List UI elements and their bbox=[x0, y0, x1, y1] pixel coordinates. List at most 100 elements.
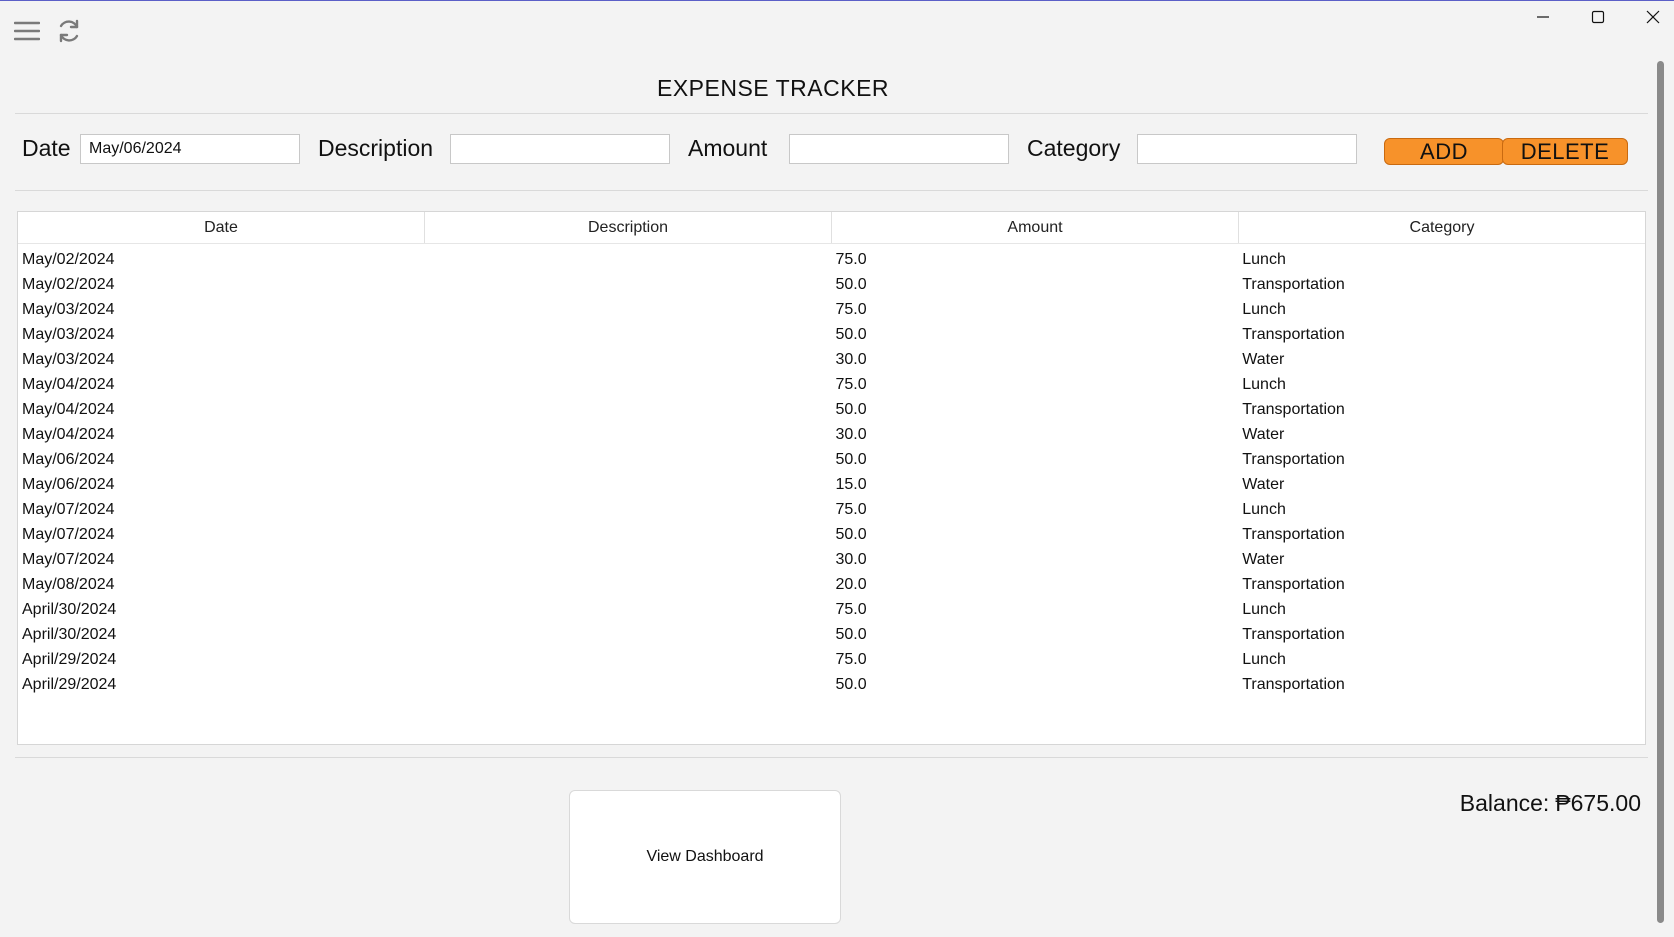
cell-description bbox=[425, 297, 832, 322]
cell-amount: 30.0 bbox=[835, 351, 867, 368]
cell-description bbox=[425, 347, 832, 372]
minimize-icon[interactable] bbox=[1520, 3, 1566, 31]
cell-date: May/03/2024 bbox=[22, 301, 115, 318]
cell-amount: 20.0 bbox=[835, 576, 867, 593]
add-button[interactable]: ADD bbox=[1384, 138, 1504, 165]
column-header-amount[interactable]: Amount bbox=[832, 212, 1239, 243]
hamburger-menu-icon[interactable] bbox=[11, 15, 43, 47]
cell-category: Transportation bbox=[1242, 576, 1345, 593]
cell-amount: 15.0 bbox=[835, 476, 867, 493]
cell-description bbox=[425, 422, 832, 447]
table-row[interactable]: April/30/2024 75.0 Lunch bbox=[18, 597, 1645, 622]
amount-label: Amount bbox=[688, 135, 768, 161]
table-row[interactable]: May/04/2024 50.0 Transportation bbox=[18, 397, 1645, 422]
table-row[interactable]: May/07/2024 75.0 Lunch bbox=[18, 497, 1645, 522]
table-row[interactable]: May/08/2024 20.0 Transportation bbox=[18, 572, 1645, 597]
balance-label: Balance: bbox=[1459, 790, 1550, 816]
table-row[interactable]: May/07/2024 30.0 Water bbox=[18, 547, 1645, 572]
cell-amount: 50.0 bbox=[835, 676, 867, 693]
cell-category: Lunch bbox=[1242, 251, 1286, 268]
column-header-category[interactable]: Category bbox=[1239, 212, 1645, 243]
cell-date: April/29/2024 bbox=[22, 676, 117, 693]
cell-description bbox=[425, 672, 832, 697]
cell-date: May/08/2024 bbox=[22, 576, 115, 593]
cell-date: May/03/2024 bbox=[22, 351, 115, 368]
view-dashboard-button[interactable]: View Dashboard bbox=[569, 790, 841, 924]
cell-date: May/04/2024 bbox=[22, 401, 115, 418]
cell-category: Transportation bbox=[1242, 326, 1345, 343]
table-row[interactable]: April/29/2024 75.0 Lunch bbox=[18, 647, 1645, 672]
table-row[interactable]: May/03/2024 50.0 Transportation bbox=[18, 322, 1645, 347]
table-row[interactable]: May/04/2024 75.0 Lunch bbox=[18, 372, 1645, 397]
date-field[interactable] bbox=[80, 134, 300, 164]
description-field[interactable] bbox=[450, 134, 670, 164]
cell-amount: 75.0 bbox=[835, 601, 867, 618]
cell-date: May/02/2024 bbox=[22, 251, 115, 268]
cell-amount: 50.0 bbox=[835, 326, 867, 343]
cell-category: Lunch bbox=[1242, 376, 1286, 393]
cell-description bbox=[425, 597, 832, 622]
cell-amount: 50.0 bbox=[835, 626, 867, 643]
cell-description bbox=[425, 572, 832, 597]
cell-description bbox=[425, 247, 832, 272]
cell-date: May/04/2024 bbox=[22, 426, 115, 443]
cell-date: May/06/2024 bbox=[22, 476, 115, 493]
category-label: Category bbox=[1027, 135, 1121, 161]
vertical-scrollbar[interactable] bbox=[1657, 61, 1664, 923]
table-header: Date Description Amount Category bbox=[18, 212, 1645, 244]
balance-display: Balance: ₱675.00 bbox=[1460, 790, 1641, 817]
table-row[interactable]: May/02/2024 75.0 Lunch bbox=[18, 247, 1645, 272]
cell-category: Water bbox=[1242, 351, 1285, 368]
expense-table[interactable]: Date Description Amount Category May/02/… bbox=[17, 211, 1646, 745]
cell-date: May/07/2024 bbox=[22, 501, 115, 518]
cell-description bbox=[425, 372, 832, 397]
divider bbox=[15, 757, 1648, 758]
cell-amount: 75.0 bbox=[835, 251, 867, 268]
cell-category: Lunch bbox=[1242, 601, 1286, 618]
close-icon[interactable] bbox=[1630, 3, 1674, 31]
category-field[interactable] bbox=[1137, 134, 1357, 164]
table-row[interactable]: May/02/2024 50.0 Transportation bbox=[18, 272, 1645, 297]
amount-field[interactable] bbox=[789, 134, 1009, 164]
cell-date: April/30/2024 bbox=[22, 601, 117, 618]
cell-category: Water bbox=[1242, 551, 1285, 568]
cell-category: Transportation bbox=[1242, 451, 1345, 468]
cell-amount: 75.0 bbox=[835, 376, 867, 393]
cell-date: May/07/2024 bbox=[22, 526, 115, 543]
divider bbox=[15, 113, 1648, 114]
description-label: Description bbox=[318, 135, 434, 161]
table-row[interactable]: April/30/2024 50.0 Transportation bbox=[18, 622, 1645, 647]
cell-category: Transportation bbox=[1242, 276, 1345, 293]
cell-amount: 50.0 bbox=[835, 451, 867, 468]
delete-button[interactable]: DELETE bbox=[1502, 138, 1628, 165]
cell-category: Transportation bbox=[1242, 526, 1345, 543]
cell-description bbox=[425, 497, 832, 522]
table-row[interactable]: May/03/2024 30.0 Water bbox=[18, 347, 1645, 372]
table-row[interactable]: May/07/2024 50.0 Transportation bbox=[18, 522, 1645, 547]
table-row[interactable]: May/06/2024 50.0 Transportation bbox=[18, 447, 1645, 472]
cell-amount: 50.0 bbox=[835, 276, 867, 293]
table-row[interactable]: May/04/2024 30.0 Water bbox=[18, 422, 1645, 447]
cell-amount: 50.0 bbox=[835, 401, 867, 418]
cell-amount: 30.0 bbox=[835, 426, 867, 443]
app-window: EXPENSE TRACKER Date Description Amount … bbox=[0, 0, 1674, 937]
table-row[interactable]: May/03/2024 75.0 Lunch bbox=[18, 297, 1645, 322]
cell-category: Lunch bbox=[1242, 301, 1286, 318]
cell-amount: 75.0 bbox=[835, 301, 867, 318]
cell-date: April/29/2024 bbox=[22, 651, 117, 668]
refresh-icon[interactable] bbox=[53, 15, 85, 47]
cell-date: May/02/2024 bbox=[22, 276, 115, 293]
cell-date: May/04/2024 bbox=[22, 376, 115, 393]
table-body: May/02/2024 75.0 Lunch May/02/2024 50.0 Trans… bbox=[18, 244, 1645, 697]
table-row[interactable]: May/06/2024 15.0 Water bbox=[18, 472, 1645, 497]
cell-category: Transportation bbox=[1242, 626, 1345, 643]
date-label: Date bbox=[22, 135, 71, 161]
cell-description bbox=[425, 272, 832, 297]
cell-category: Water bbox=[1242, 426, 1285, 443]
table-row[interactable]: April/29/2024 50.0 Transportation bbox=[18, 672, 1645, 697]
cell-description bbox=[425, 522, 832, 547]
maximize-icon[interactable] bbox=[1575, 3, 1621, 31]
cell-description bbox=[425, 322, 832, 347]
column-header-description[interactable]: Description bbox=[425, 212, 832, 243]
column-header-date[interactable]: Date bbox=[18, 212, 425, 243]
